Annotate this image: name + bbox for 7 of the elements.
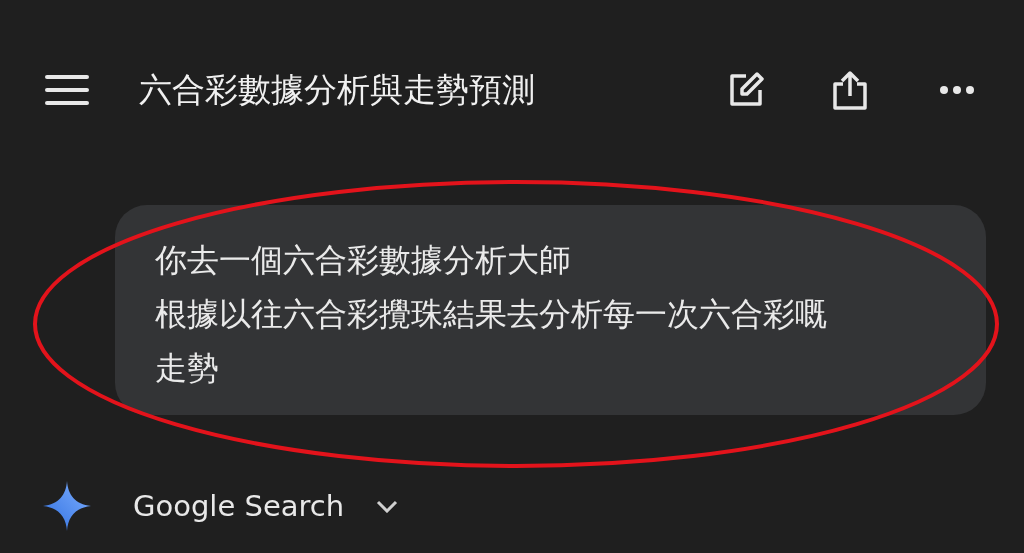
share-icon[interactable] <box>832 70 868 110</box>
message-text: 你去一個六合彩數據分析大師 根據以往六合彩攪珠結果去分析每一次六合彩嘅走勢 <box>155 240 828 389</box>
chat-title: 六合彩數據分析與走勢預測 <box>139 68 536 111</box>
chevron-icon <box>376 499 399 513</box>
tool-selector[interactable]: Google Search <box>133 489 399 523</box>
more-icon[interactable] <box>940 86 974 94</box>
menu-icon[interactable] <box>45 75 89 105</box>
